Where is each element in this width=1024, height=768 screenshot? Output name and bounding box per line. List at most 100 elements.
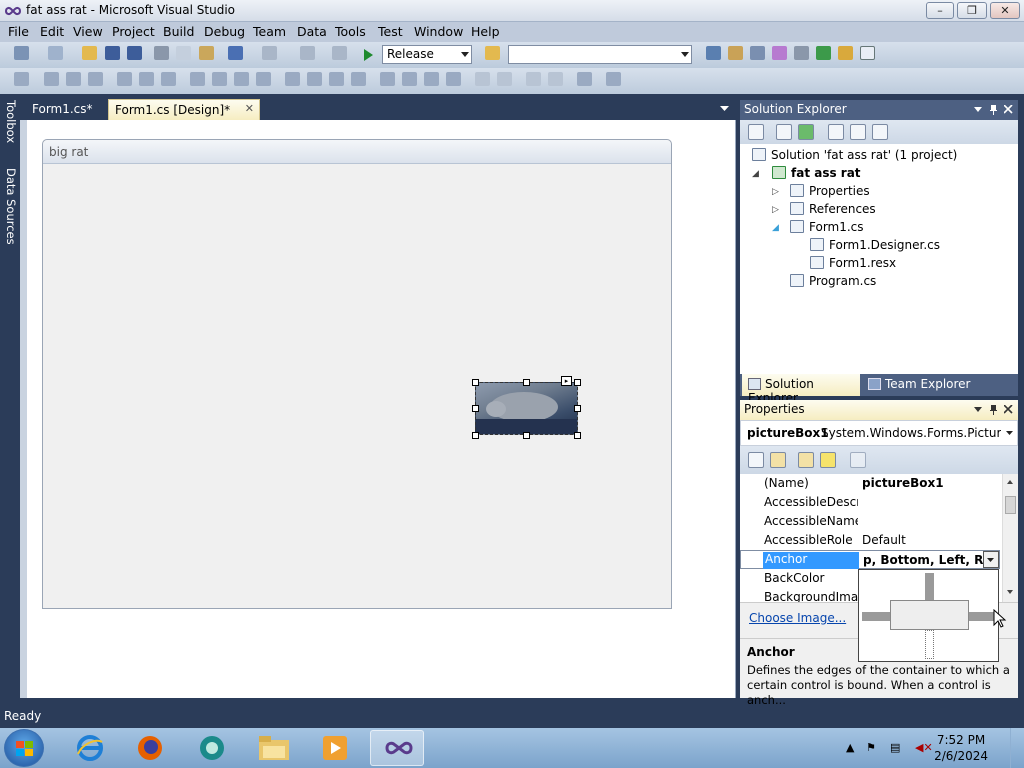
tab-order-icon[interactable] xyxy=(577,72,592,86)
lock-controls-icon[interactable] xyxy=(606,72,621,86)
align-centers-icon[interactable] xyxy=(66,72,81,86)
media-player-taskbar-icon[interactable] xyxy=(308,730,362,766)
action-center-flag-icon[interactable]: ⚑ xyxy=(866,741,876,754)
close-button[interactable]: ✕ xyxy=(990,2,1020,19)
vertical-spacing-icon[interactable] xyxy=(380,72,395,86)
menu-edit[interactable]: Edit xyxy=(40,24,64,39)
menu-project[interactable]: Project xyxy=(112,24,155,39)
increase-vertical-spacing-icon[interactable] xyxy=(402,72,417,86)
refresh-icon[interactable] xyxy=(798,124,814,140)
make-same-height-icon[interactable] xyxy=(212,72,227,86)
menu-build[interactable]: Build xyxy=(163,24,194,39)
cut-icon[interactable] xyxy=(154,46,169,60)
menu-window[interactable]: Window xyxy=(414,24,463,39)
horizontal-spacing-icon[interactable] xyxy=(285,72,300,86)
save-all-icon[interactable] xyxy=(127,46,142,60)
make-same-width-icon[interactable] xyxy=(190,72,205,86)
start-page-icon[interactable] xyxy=(816,46,831,60)
menu-help[interactable]: Help xyxy=(471,24,500,39)
align-lefts-icon[interactable] xyxy=(44,72,59,86)
resize-handle[interactable] xyxy=(472,432,479,439)
properties-view-icon[interactable] xyxy=(798,452,814,468)
align-bottoms-icon[interactable] xyxy=(161,72,176,86)
center-horizontally-icon[interactable] xyxy=(475,72,490,86)
file-explorer-taskbar-icon[interactable] xyxy=(247,730,301,766)
tree-node-project[interactable]: fat ass rat xyxy=(772,166,861,180)
align-middles-icon[interactable] xyxy=(139,72,154,86)
close-pane-icon[interactable] xyxy=(1004,405,1013,414)
volume-muted-icon[interactable]: ◀✕ xyxy=(915,741,933,754)
collapse-arrow-icon[interactable]: ◢ xyxy=(752,169,759,179)
tab-form1-design[interactable]: Form1.cs [Design]* ✕ xyxy=(108,99,260,120)
property-grid-scrollbar[interactable] xyxy=(1002,474,1018,602)
solution-explorer-icon[interactable] xyxy=(706,46,721,60)
menu-team[interactable]: Team xyxy=(253,24,286,39)
properties-window-icon[interactable] xyxy=(728,46,743,60)
paste-icon[interactable] xyxy=(199,46,214,60)
open-file-icon[interactable] xyxy=(82,46,97,60)
form-designer[interactable]: big rat xyxy=(42,139,672,609)
anchor-dropdown-button[interactable] xyxy=(983,551,999,568)
remove-horizontal-spacing-icon[interactable] xyxy=(351,72,366,86)
anchor-top-bar[interactable] xyxy=(925,573,934,601)
menu-view[interactable]: View xyxy=(73,24,103,39)
view-designer-icon[interactable] xyxy=(850,124,866,140)
anchor-bottom-bar[interactable] xyxy=(925,630,934,659)
tree-node-form1[interactable]: Form1.cs xyxy=(790,220,864,234)
tools-icon[interactable] xyxy=(794,46,809,60)
data-sources-tab[interactable]: Data Sources xyxy=(2,168,18,245)
tree-node-designer[interactable]: Form1.Designer.cs xyxy=(810,238,940,252)
resize-handle[interactable] xyxy=(472,405,479,412)
picturebox-control[interactable] xyxy=(475,382,578,435)
size-to-grid-icon[interactable] xyxy=(256,72,271,86)
extension-manager-icon[interactable] xyxy=(838,46,853,60)
collapse-arrow-icon[interactable]: ◢ xyxy=(772,223,779,233)
remove-vertical-spacing-icon[interactable] xyxy=(446,72,461,86)
tab-solution-explorer[interactable]: Solution Explorer xyxy=(742,374,860,405)
navigate-forward-icon[interactable] xyxy=(332,46,347,60)
scroll-down-icon[interactable] xyxy=(1007,590,1014,595)
expand-arrow-icon[interactable]: ▷ xyxy=(772,187,779,197)
categorized-icon[interactable] xyxy=(748,452,764,468)
menu-file[interactable]: File xyxy=(8,24,29,39)
align-rights-icon[interactable] xyxy=(88,72,103,86)
center-vertically-icon[interactable] xyxy=(497,72,512,86)
align-tops-icon[interactable] xyxy=(117,72,132,86)
view-code-icon[interactable] xyxy=(828,124,844,140)
start-button[interactable] xyxy=(4,729,44,767)
start-debugging-icon[interactable] xyxy=(362,48,374,62)
property-row-anchor[interactable]: Anchor p, Bottom, Left, Right xyxy=(740,550,1000,569)
anchor-left-bar[interactable] xyxy=(862,612,890,621)
property-row[interactable]: AccessibleRole Default xyxy=(740,531,1000,550)
tab-form1-cs[interactable]: Form1.cs* xyxy=(26,99,99,120)
tree-node-solution[interactable]: Solution 'fat ass rat' (1 project) xyxy=(752,148,957,162)
resize-handle[interactable] xyxy=(574,432,581,439)
properties-icon[interactable] xyxy=(748,124,764,140)
property-row[interactable]: (Name) pictureBox1 xyxy=(740,474,1000,493)
resize-handle[interactable] xyxy=(523,432,530,439)
expand-arrow-icon[interactable]: ▷ xyxy=(772,205,779,215)
menu-debug[interactable]: Debug xyxy=(204,24,245,39)
tab-team-explorer[interactable]: Team Explorer xyxy=(862,374,977,396)
pin-icon[interactable] xyxy=(989,404,998,415)
save-icon[interactable] xyxy=(105,46,120,60)
object-selector[interactable]: pictureBox1 System.Windows.Forms.Picture… xyxy=(740,420,1018,446)
visual-studio-taskbar-icon[interactable] xyxy=(370,730,424,766)
minimize-button[interactable]: – xyxy=(926,2,954,19)
new-project-icon[interactable] xyxy=(14,46,29,60)
window-menu-icon[interactable] xyxy=(974,107,983,113)
menu-tools[interactable]: Tools xyxy=(335,24,366,39)
add-item-icon[interactable] xyxy=(48,46,63,60)
menu-data[interactable]: Data xyxy=(297,24,327,39)
restore-button[interactable]: ❐ xyxy=(957,2,987,19)
property-pages-icon[interactable] xyxy=(850,452,866,468)
resize-handle[interactable] xyxy=(523,379,530,386)
resize-handle[interactable] xyxy=(574,379,581,386)
tree-node-references[interactable]: References xyxy=(790,202,876,216)
tree-node-resx[interactable]: Form1.resx xyxy=(810,256,896,270)
show-all-files-icon[interactable] xyxy=(776,124,792,140)
internet-explorer-taskbar-icon[interactable] xyxy=(62,730,116,766)
increase-horizontal-spacing-icon[interactable] xyxy=(307,72,322,86)
chat-app-taskbar-icon[interactable] xyxy=(184,730,238,766)
resize-handle[interactable] xyxy=(472,379,479,386)
